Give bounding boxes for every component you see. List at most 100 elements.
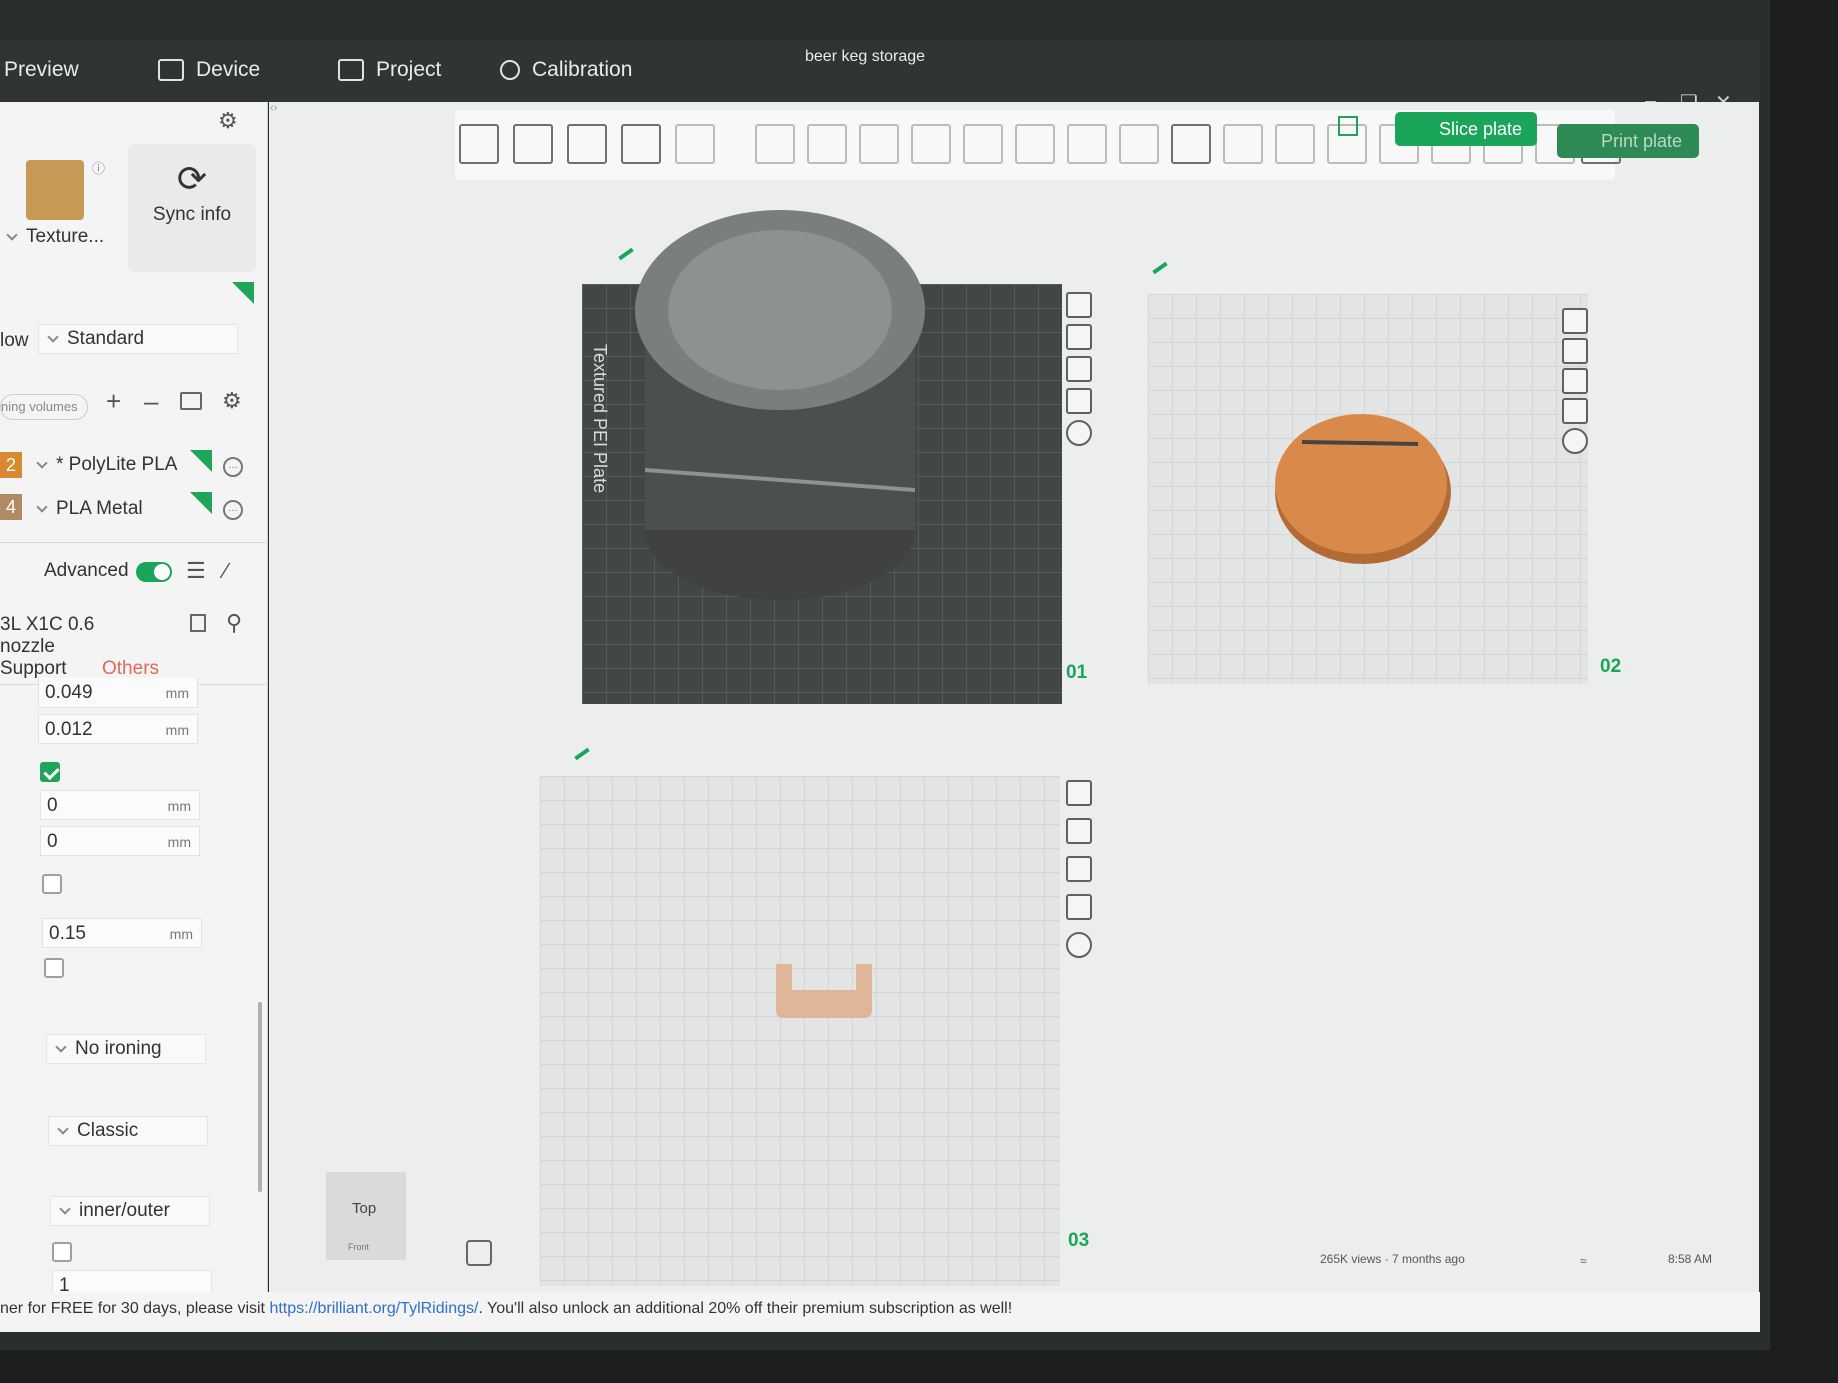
- scale-icon[interactable]: [859, 124, 899, 164]
- collapse-panel-icon[interactable]: ‹›: [270, 102, 284, 116]
- save-icon[interactable]: [190, 614, 206, 632]
- layout-icon[interactable]: [1338, 116, 1358, 136]
- project-icon: [338, 59, 364, 81]
- value-field[interactable]: 0.15 mm: [42, 918, 202, 948]
- gear-icon[interactable]: ⚙: [218, 108, 238, 134]
- move-icon[interactable]: [755, 124, 795, 164]
- sync-info-button[interactable]: ⟳ Sync info: [128, 144, 256, 272]
- lock-icon[interactable]: [1066, 388, 1092, 414]
- value-field[interactable]: 0.012 mm: [38, 714, 198, 744]
- delete-plate-icon[interactable]: [1562, 308, 1588, 334]
- tab-device[interactable]: Device: [158, 58, 260, 82]
- arrange-plate-icon[interactable]: [1562, 368, 1588, 394]
- seam-paint-icon[interactable]: [1119, 124, 1159, 164]
- tab-preview[interactable]: Preview: [4, 58, 79, 82]
- arrange-icon[interactable]: [621, 124, 661, 164]
- modified-flag: [190, 450, 212, 472]
- filament-manage-icon[interactable]: [180, 392, 202, 410]
- more-icon[interactable]: …: [223, 457, 243, 477]
- delete-plate-icon[interactable]: [1066, 780, 1092, 806]
- modified-flag: [190, 492, 212, 514]
- flow-label: low: [0, 330, 29, 351]
- more-icon[interactable]: …: [223, 500, 243, 520]
- search-icon[interactable]: ⚲: [226, 610, 242, 636]
- lay-on-face-icon[interactable]: [911, 124, 951, 164]
- lid-slot: [1301, 440, 1419, 446]
- orient-plate-icon[interactable]: [1066, 818, 1092, 844]
- info-icon[interactable]: ⓘ: [92, 158, 105, 177]
- value-field[interactable]: 0 mm: [40, 826, 200, 856]
- settings-panel: ⚙ ⓘ Texture... ⟳ Sync info low Standard …: [0, 102, 268, 1332]
- tab-calibration[interactable]: Calibration: [500, 58, 632, 82]
- arrange-plate-icon[interactable]: [1066, 856, 1092, 882]
- tab-others[interactable]: Others: [102, 658, 182, 680]
- app-window: beer keg storage Preview Device Project …: [0, 0, 1770, 1350]
- support-paint-icon[interactable]: [1067, 124, 1107, 164]
- lock-icon[interactable]: [1562, 398, 1588, 424]
- advanced-toggle[interactable]: [136, 562, 172, 582]
- filament-settings-icon[interactable]: ⚙: [222, 388, 242, 414]
- auto-orient-icon[interactable]: [567, 124, 607, 164]
- lid-top: [1275, 414, 1447, 554]
- orient-plate-icon[interactable]: [1562, 338, 1588, 364]
- boolean-icon[interactable]: [1015, 124, 1055, 164]
- split-icon[interactable]: [675, 124, 715, 164]
- lock-icon[interactable]: [1066, 894, 1092, 920]
- device-icon: [158, 59, 184, 81]
- checkbox[interactable]: [40, 762, 60, 782]
- sync-label: Sync info: [152, 204, 232, 225]
- filament-index: 4: [0, 494, 22, 520]
- plate-03[interactable]: [540, 776, 1060, 1286]
- add-icon[interactable]: +: [106, 386, 121, 417]
- add-plate-icon[interactable]: [513, 124, 553, 164]
- plate-type-label: Textured PEI Plate: [590, 344, 610, 494]
- cut-icon[interactable]: [963, 124, 1003, 164]
- fit-view-icon[interactable]: [466, 1240, 492, 1266]
- scrollbar[interactable]: [258, 1002, 262, 1192]
- wifi-icon[interactable]: ≈: [1580, 1254, 1587, 1268]
- ironing-select[interactable]: No ironing: [46, 1034, 206, 1064]
- filament-select-2[interactable]: PLA Metal: [36, 498, 216, 520]
- orient-plate-icon[interactable]: [1066, 324, 1092, 350]
- checkbox[interactable]: [42, 874, 62, 894]
- slice-plate-button[interactable]: Slice plate: [1395, 112, 1537, 146]
- delete-plate-icon[interactable]: [1066, 292, 1092, 318]
- wall-order-select[interactable]: inner/outer: [50, 1196, 210, 1226]
- plate-number: 02: [1600, 656, 1622, 677]
- plate-settings-icon[interactable]: [1562, 428, 1588, 454]
- checkbox[interactable]: [52, 1242, 72, 1262]
- list-icon[interactable]: ☰: [186, 558, 206, 584]
- handle-shape: [776, 964, 872, 1018]
- keg-model[interactable]: [620, 200, 940, 620]
- sync-icon: ⟳: [176, 158, 208, 199]
- arrange-plate-icon[interactable]: [1066, 356, 1092, 382]
- volumes-toggle[interactable]: ning volumes: [0, 394, 88, 420]
- rotate-icon[interactable]: [807, 124, 847, 164]
- remove-icon[interactable]: –: [144, 386, 158, 417]
- modified-flag: [232, 282, 254, 304]
- lid-model[interactable]: [1268, 392, 1458, 572]
- tab-project[interactable]: Project: [338, 58, 441, 82]
- mode-select[interactable]: Classic: [48, 1116, 208, 1146]
- checkbox[interactable]: [44, 958, 64, 978]
- cube-icon[interactable]: [1275, 124, 1315, 164]
- plate-settings-icon[interactable]: [1066, 932, 1092, 958]
- tab-support[interactable]: Support: [0, 658, 80, 680]
- text-icon[interactable]: [1171, 124, 1211, 164]
- plate-settings-icon[interactable]: [1066, 420, 1092, 446]
- plate-number: 01: [1066, 662, 1088, 683]
- print-plate-button[interactable]: Print plate: [1557, 124, 1699, 158]
- filament-select-1[interactable]: * PolyLite PLA: [36, 454, 216, 476]
- promo-link[interactable]: https://brilliant.org/TylRidings/: [269, 1300, 478, 1317]
- texture-swatch[interactable]: [26, 160, 84, 220]
- flow-select[interactable]: Standard: [38, 324, 238, 354]
- view-cube[interactable]: Top Front: [326, 1172, 406, 1260]
- handle-model[interactable]: [772, 960, 882, 1024]
- value-field[interactable]: 0.049 mm: [38, 678, 198, 708]
- printer-preset[interactable]: 3L X1C 0.6 nozzle: [0, 614, 150, 658]
- value-field[interactable]: 0 mm: [40, 790, 200, 820]
- svg-icon[interactable]: [1223, 124, 1263, 164]
- add-object-icon[interactable]: [459, 124, 499, 164]
- compare-icon[interactable]: ∕: [224, 558, 228, 584]
- texture-label[interactable]: Texture...: [26, 226, 104, 247]
